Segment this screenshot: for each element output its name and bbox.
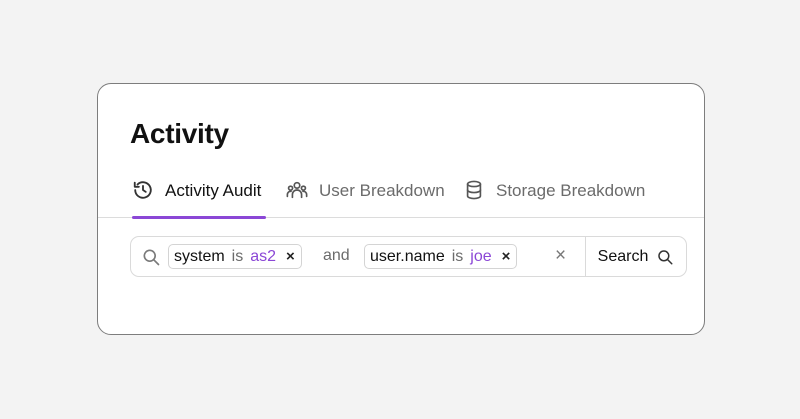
activity-card: Activity Activity Audit User Breakdown S… bbox=[97, 83, 705, 335]
filter-value: joe bbox=[470, 247, 492, 265]
filter-operator: is bbox=[231, 247, 244, 265]
filter-operator: is bbox=[451, 247, 464, 265]
filter-chip-system[interactable]: system is as2 × bbox=[168, 244, 302, 269]
clear-filters-button[interactable]: × bbox=[555, 245, 566, 267]
active-tab-indicator bbox=[132, 216, 266, 219]
filter-search-bar[interactable]: system is as2 × and user.name is joe × ×… bbox=[130, 236, 687, 277]
filter-field: system bbox=[174, 247, 225, 265]
tab-label: User Breakdown bbox=[319, 181, 445, 200]
remove-filter-icon[interactable]: × bbox=[286, 248, 295, 265]
page-title: Activity bbox=[130, 118, 229, 149]
search-button-label: Search bbox=[597, 247, 649, 265]
tab-storage-breakdown[interactable]: Storage Breakdown bbox=[463, 175, 645, 218]
search-button[interactable]: Search bbox=[586, 237, 686, 276]
users-icon bbox=[286, 179, 308, 201]
filter-chip-user-name[interactable]: user.name is joe × bbox=[364, 244, 518, 269]
history-icon bbox=[132, 179, 154, 201]
filter-joiner: and bbox=[323, 247, 350, 264]
remove-filter-icon[interactable]: × bbox=[502, 248, 511, 265]
tab-label: Activity Audit bbox=[165, 181, 262, 200]
search-icon bbox=[658, 249, 673, 264]
tab-activity-audit[interactable]: Activity Audit bbox=[132, 175, 266, 219]
tab-bar: Activity Audit User Breakdown Storage Br… bbox=[98, 175, 704, 219]
database-icon bbox=[463, 179, 485, 201]
filter-field: user.name bbox=[370, 247, 445, 265]
filter-value: as2 bbox=[250, 247, 277, 265]
tab-label: Storage Breakdown bbox=[496, 181, 646, 200]
tab-user-breakdown[interactable]: User Breakdown bbox=[286, 175, 445, 218]
search-icon bbox=[141, 247, 161, 267]
